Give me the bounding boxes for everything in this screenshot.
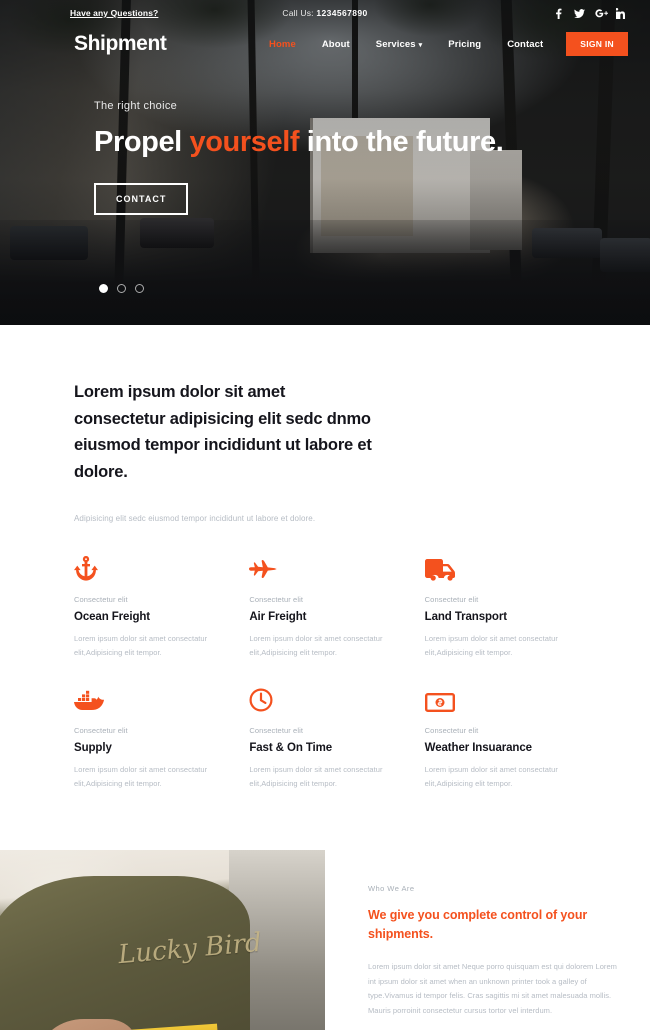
truck-icon [424,555,576,581]
facebook-icon[interactable] [553,8,563,19]
nav-menu: Home About Services ▾ Pricing Contact SIG… [256,32,650,56]
about-eyebrow: Who We Are [368,884,415,894]
hero-section: Have any Questions? Call Us: 1234567890 … [0,0,650,325]
service-card-weather-insurance[interactable]: Consectetur elit Weather Insuarance Lore… [425,686,576,791]
service-title: Weather Insuarance [424,741,532,754]
service-title: Supply [74,741,112,754]
headline-highlight: yourself [189,126,300,158]
hero-eyebrow: The right choice [94,100,178,112]
intro-heading: Lorem ipsum dolor sit amet consectetur a… [74,383,372,482]
anchor-icon [74,555,225,581]
service-card-fast-on-time[interactable]: Consectetur elit Fast & On Time Lorem ip… [249,686,400,791]
google-plus-icon[interactable] [595,8,608,19]
service-subtitle: Consectetur elit [249,725,304,735]
service-card-supply[interactable]: Consectetur elit Supply Lorem ipsum dolo… [74,686,225,791]
headline-part-1: Propel [94,126,190,158]
service-description: Lorem ipsum dolor sit amet consectatur e… [74,764,208,788]
nav-item-services[interactable]: Services ▾ [363,39,436,50]
intro-subtext: Adipisicing elit sedc eiusmod tempor inc… [74,513,316,523]
service-title: Ocean Freight [74,610,151,623]
hero-copy: The right choice Propel yourself into th… [94,100,514,216]
about-copy: Who We Are We give you complete control … [368,884,618,1030]
about-section: Lucky Bird Who We Are We give you comple… [0,850,650,1030]
service-card-land-transport[interactable]: Consectetur elit Land Transport Lorem ip… [424,555,576,660]
linkedin-icon[interactable] [616,7,626,19]
intro-section: Lorem ipsum dolor sit amet consectetur a… [0,325,650,523]
service-title: Land Transport [424,610,507,623]
slider-dot-3[interactable] [135,284,144,293]
brand-logo[interactable]: Shipment [74,32,167,56]
headline-part-2: into the future. [299,126,504,158]
hero-contact-button[interactable]: CONTACT [94,183,189,216]
slider-dot-1[interactable] [99,284,108,293]
service-description: Lorem ipsum dolor sit amet consectatur e… [424,633,558,657]
sign-in-button[interactable]: SIGN IN [566,32,628,56]
service-card-air-freight[interactable]: Consectetur elit Air Freight Lorem ipsum… [249,555,400,660]
service-card-ocean-freight[interactable]: Consectetur elit Ocean Freight Lorem ips… [74,555,225,660]
service-title: Air Freight [249,610,307,623]
about-heading: We give you complete control of your shi… [368,908,588,942]
phone-number[interactable]: 1234567890 [316,8,367,18]
about-paragraph: Lorem ipsum dolor sit amet Neque porro q… [368,961,617,1015]
hero-headline: Propel yourself into the future. [94,124,514,161]
service-description: Lorem ipsum dolor sit amet consectatur e… [249,764,383,788]
main-navigation: Shipment Home About Services ▾ Pricing Co… [0,27,650,61]
clock-icon [249,686,400,712]
service-description: Lorem ipsum dolor sit amet consectatur e… [74,633,208,657]
plane-icon [249,555,400,581]
service-subtitle: Consectetur elit [424,594,479,604]
nav-item-contact[interactable]: Contact [494,39,556,50]
service-description: Lorem ipsum dolor sit amet consectatur e… [249,633,383,657]
service-subtitle: Consectetur elit [249,594,304,604]
nav-item-home[interactable]: Home [256,39,309,50]
top-utility-bar: Have any Questions? Call Us: 1234567890 [0,0,650,26]
slider-dots [99,284,144,293]
service-subtitle: Consectetur elit [74,725,128,735]
nav-item-pricing[interactable]: Pricing [435,39,494,50]
about-photo: Lucky Bird [0,850,325,1030]
ship-icon [74,686,225,712]
service-title: Fast & On Time [249,741,333,754]
slider-dot-2[interactable] [117,284,126,293]
social-links [553,7,626,19]
money-icon [424,686,576,712]
service-description: Lorem ipsum dolor sit amet consectatur e… [424,764,558,788]
twitter-icon[interactable] [574,8,585,19]
chevron-down-icon: ▾ [418,41,423,49]
nav-item-about[interactable]: About [309,39,363,50]
services-grid: Consectetur elit Ocean Freight Lorem ips… [0,523,650,791]
service-subtitle: Consectetur elit [74,594,128,604]
call-us-label: Call Us: [282,8,314,18]
service-subtitle: Consectetur elit [424,725,479,735]
